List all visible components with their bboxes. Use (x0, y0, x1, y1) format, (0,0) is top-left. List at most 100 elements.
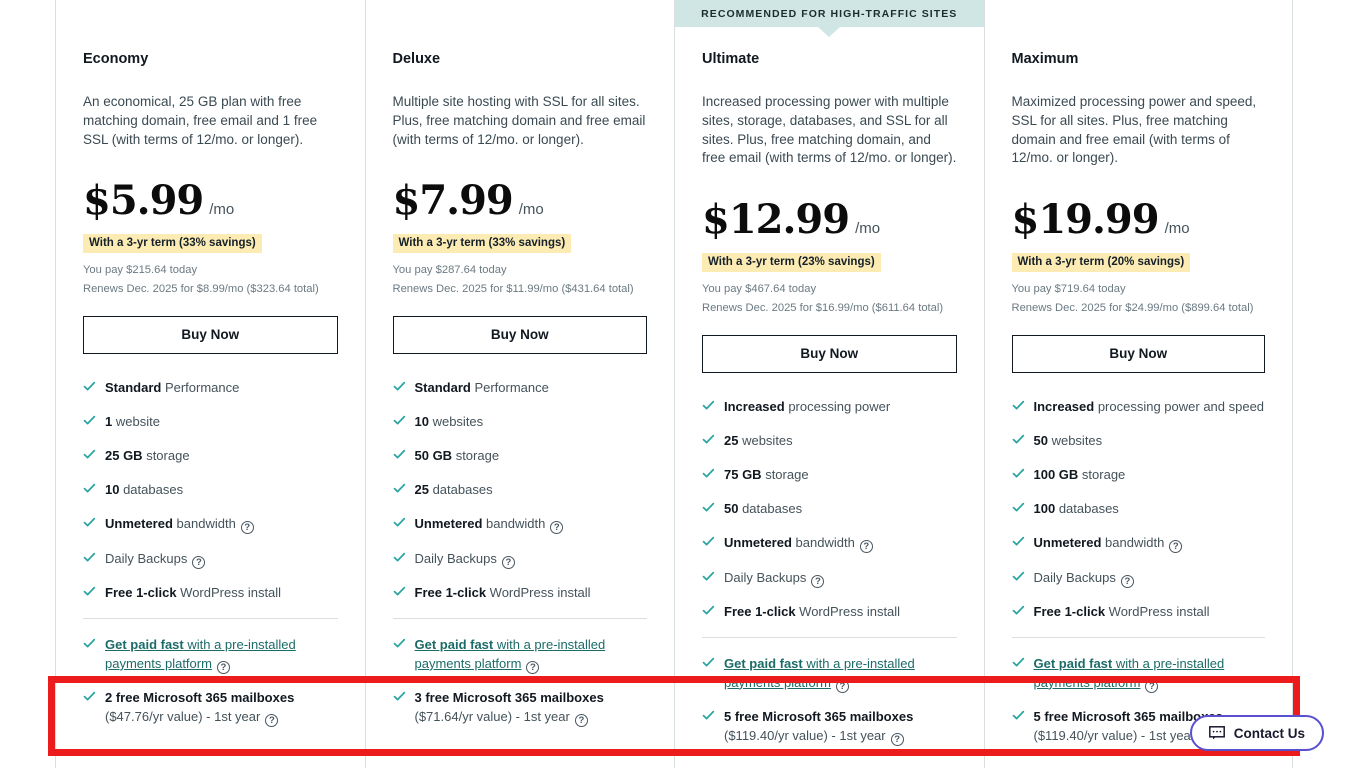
feature-rest: databases (429, 482, 493, 497)
feature-highlight: Standard (105, 380, 161, 395)
feature-item: 25 websites (702, 432, 957, 451)
help-circle-icon[interactable]: ? (1145, 680, 1158, 693)
help-circle-icon[interactable]: ? (502, 556, 515, 569)
contact-us-label: Contact Us (1234, 726, 1305, 741)
feature-highlight: Free 1-click (724, 604, 796, 619)
get-paid-fast-link[interactable]: Get paid fast with a pre-installed payme… (105, 637, 296, 671)
feature-rest: databases (1055, 501, 1119, 516)
feature-text: 10 websites (415, 413, 484, 432)
feature-text: Daily Backups? (724, 569, 824, 588)
help-circle-icon[interactable]: ? (891, 733, 904, 746)
recommended-banner-label: RECOMMENDED FOR HIGH-TRAFFIC SITES (701, 8, 957, 20)
today-price: You pay $719.64 today (1012, 281, 1266, 298)
feature-item: Unmetered bandwidth? (393, 515, 648, 534)
feature-rest: websites (429, 414, 483, 429)
feature-highlight: 25 (724, 433, 738, 448)
feature-item: Standard Performance (393, 379, 648, 398)
feature-item: Daily Backups? (1012, 569, 1266, 588)
check-icon (83, 690, 96, 703)
savings-badge: With a 3-yr term (23% savings) (702, 253, 881, 272)
feature-highlight: 25 (415, 482, 429, 497)
help-circle-icon[interactable]: ? (836, 680, 849, 693)
price-period: /mo (519, 201, 544, 218)
help-circle-icon[interactable]: ? (192, 556, 205, 569)
check-icon (1012, 399, 1025, 412)
feature-text: 1 website (105, 413, 160, 432)
feature-list: Standard Performance10 websites50 GB sto… (393, 379, 648, 603)
get-paid-fast-link[interactable]: Get paid fast with a pre-installed payme… (724, 656, 915, 690)
get-paid-fast-bold: Get paid fast (415, 637, 494, 652)
check-icon (1012, 570, 1025, 583)
check-icon (1012, 467, 1025, 480)
microsoft-365-item: 5 free Microsoft 365 mailboxes ($119.40/… (702, 708, 957, 746)
feature-highlight: 100 (1034, 501, 1056, 516)
help-circle-icon[interactable]: ? (526, 661, 539, 674)
plan-price: $7.99 (393, 181, 513, 221)
help-circle-icon[interactable]: ? (241, 521, 254, 534)
feature-item: Increased processing power (702, 398, 957, 417)
check-icon (702, 656, 715, 669)
microsoft-365-rest: ($47.76/yr value) - 1st year (105, 709, 260, 724)
check-icon (393, 690, 406, 703)
get-paid-fast-bold: Get paid fast (1034, 656, 1113, 671)
feature-item: 100 databases (1012, 500, 1266, 519)
help-circle-icon[interactable]: ? (811, 575, 824, 588)
feature-text: Unmetered bandwidth? (415, 515, 564, 534)
feature-rest: websites (738, 433, 792, 448)
price-row: $5.99/mo (83, 181, 338, 221)
microsoft-365-bold: 5 free Microsoft 365 mailboxes (724, 709, 913, 724)
help-circle-icon[interactable]: ? (550, 521, 563, 534)
feature-item: 100 GB storage (1012, 466, 1266, 485)
savings-badge: With a 3-yr term (20% savings) (1012, 253, 1191, 272)
help-circle-icon[interactable]: ? (265, 714, 278, 727)
feature-highlight: Unmetered (415, 516, 483, 531)
get-paid-fast-link[interactable]: Get paid fast with a pre-installed payme… (1034, 656, 1225, 690)
feature-rest: websites (1048, 433, 1102, 448)
check-icon (393, 585, 406, 598)
feature-text: Standard Performance (105, 379, 239, 398)
buy-now-button[interactable]: Buy Now (1012, 335, 1266, 373)
check-icon (83, 585, 96, 598)
plan-card-maximum: MaximumMaximized processing power and sp… (984, 0, 1294, 768)
check-icon (83, 551, 96, 564)
microsoft-365-bold: 3 free Microsoft 365 mailboxes (415, 690, 604, 705)
buy-now-button[interactable]: Buy Now (393, 316, 648, 354)
feature-item: 50 databases (702, 500, 957, 519)
check-icon (1012, 501, 1025, 514)
feature-rest: bandwidth (482, 516, 545, 531)
buy-now-button[interactable]: Buy Now (83, 316, 338, 354)
microsoft-365-text: 5 free Microsoft 365 mailboxes ($119.40/… (724, 708, 957, 746)
check-icon (83, 448, 96, 461)
plan-description: Increased processing power with multiple… (702, 93, 957, 168)
feature-highlight: Unmetered (1034, 535, 1102, 550)
feature-item: Unmetered bandwidth? (83, 515, 338, 534)
feature-item: Daily Backups? (393, 550, 648, 569)
feature-item: Daily Backups? (702, 569, 957, 588)
microsoft-365-rest: ($71.64/yr value) - 1st year (415, 709, 570, 724)
help-circle-icon[interactable]: ? (860, 540, 873, 553)
buy-now-button[interactable]: Buy Now (702, 335, 957, 373)
help-circle-icon[interactable]: ? (575, 714, 588, 727)
contact-us-widget[interactable]: Contact Us (1190, 715, 1324, 751)
check-icon (83, 516, 96, 529)
check-icon (1012, 709, 1025, 722)
help-circle-icon[interactable]: ? (1169, 540, 1182, 553)
plan-card-ultimate: RECOMMENDED FOR HIGH-TRAFFIC SITESUltima… (674, 0, 984, 768)
help-circle-icon[interactable]: ? (1121, 575, 1134, 588)
check-icon (1012, 604, 1025, 617)
help-circle-icon[interactable]: ? (217, 661, 230, 674)
feature-text: 100 databases (1034, 500, 1119, 519)
feature-item: 25 GB storage (83, 447, 338, 466)
get-paid-fast-text: Get paid fast with a pre-installed payme… (105, 636, 338, 674)
feature-item: Free 1-click WordPress install (1012, 603, 1266, 622)
price-row: $12.99/mo (702, 200, 957, 240)
get-paid-fast-link[interactable]: Get paid fast with a pre-installed payme… (415, 637, 606, 671)
feature-rest: storage (762, 467, 809, 482)
check-icon (393, 448, 406, 461)
feature-text: 50 websites (1034, 432, 1103, 451)
feature-rest: Performance (161, 380, 239, 395)
check-icon (702, 604, 715, 617)
plan-price: $5.99 (83, 181, 203, 221)
get-paid-fast-item: Get paid fast with a pre-installed payme… (83, 636, 338, 674)
check-icon (702, 467, 715, 480)
